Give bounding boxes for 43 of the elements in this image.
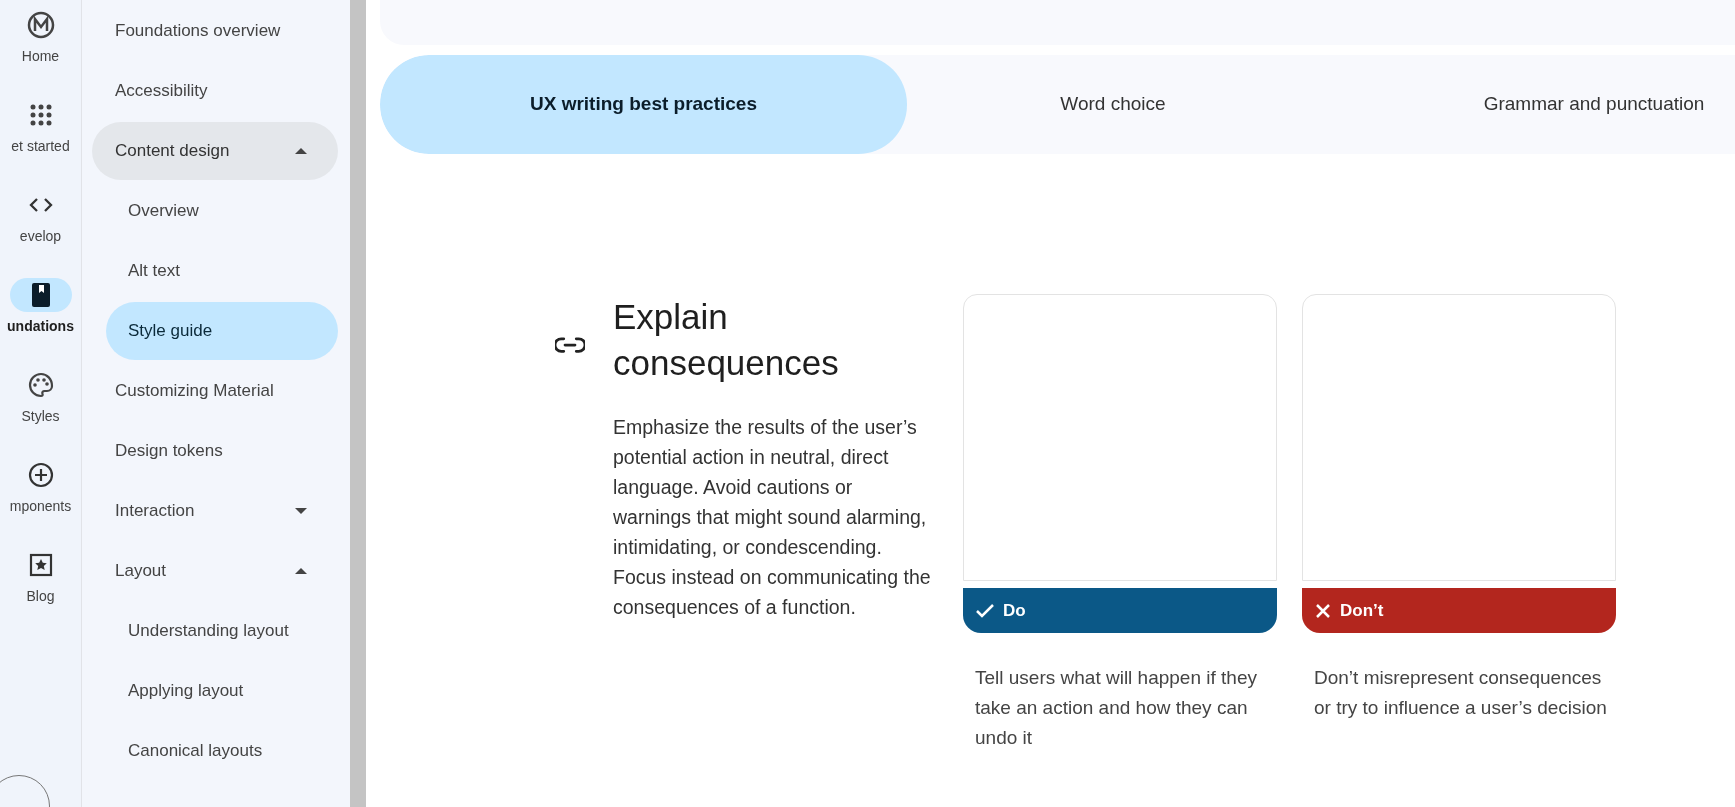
example-label: Don’t [1340, 599, 1384, 622]
apps-icon [29, 104, 52, 126]
palette-icon [27, 372, 54, 398]
nav-rail-label[interactable]: undations [7, 316, 74, 337]
close-icon [1315, 602, 1331, 619]
sidebar-item[interactable]: Accessibility [92, 62, 338, 120]
collapse-icon [294, 147, 308, 155]
sidebar-item[interactable]: Understanding layout [106, 602, 338, 660]
nav-rail-label[interactable]: Styles [21, 406, 60, 427]
sidebar-item[interactable]: Content design [92, 122, 338, 180]
section-title: Explain consequences [613, 296, 840, 384]
sidebar-item[interactable]: Alt text [106, 242, 338, 300]
tab[interactable]: Grammar and punctuation [1319, 55, 1735, 154]
nav-rail-label[interactable]: mponents [9, 496, 72, 517]
sidebar-item[interactable]: Interaction [92, 482, 338, 540]
add-icon [27, 462, 54, 488]
expand-icon [294, 507, 308, 515]
sidebar-item[interactable]: Layout [92, 542, 338, 600]
sidebar-item[interactable]: Applying layout [106, 662, 338, 720]
book-icon [30, 282, 51, 308]
nav-rail-label[interactable]: evelop [19, 226, 62, 247]
tab[interactable]: Word choice [907, 55, 1319, 154]
tab[interactable]: UX writing best practices [380, 55, 907, 154]
scrollbar[interactable] [350, 0, 366, 807]
sidebar-item[interactable]: Overview [106, 182, 338, 240]
sidebar-item[interactable]: Canonical layouts [106, 722, 338, 780]
sidebar-item[interactable]: Design tokens [92, 422, 338, 480]
section-description: Emphasize the results of the user’s potential action in neutral, direct language. Avoid cautions or warnings that might sound alarming, intimidating, or condescending. Focus instead on communicating the consequences of a function. [613, 415, 932, 620]
collapse-icon [294, 567, 308, 575]
nav-rail-label[interactable]: Home [21, 46, 60, 67]
example-caption: Tell users what will happen if they take an action and how they can undo it [974, 666, 1258, 750]
example-caption: Don’t misrepresent consequences or try to influence a user’s decision [1313, 666, 1608, 720]
sidebar-item[interactable]: Foundations overview [92, 2, 338, 60]
check-icon [976, 603, 994, 618]
sidebar-item[interactable]: Customizing Material [92, 362, 338, 420]
link-icon[interactable] [555, 336, 585, 354]
nav-rail-item[interactable] [9, 278, 72, 312]
code-icon [27, 196, 54, 214]
logo-icon [26, 11, 55, 39]
nav-rail-label[interactable]: Blog [26, 586, 55, 607]
sidebar-item[interactable]: Style guide [106, 302, 338, 360]
example-label: Do [1003, 599, 1026, 622]
nav-rail-label[interactable]: et started [11, 136, 70, 157]
